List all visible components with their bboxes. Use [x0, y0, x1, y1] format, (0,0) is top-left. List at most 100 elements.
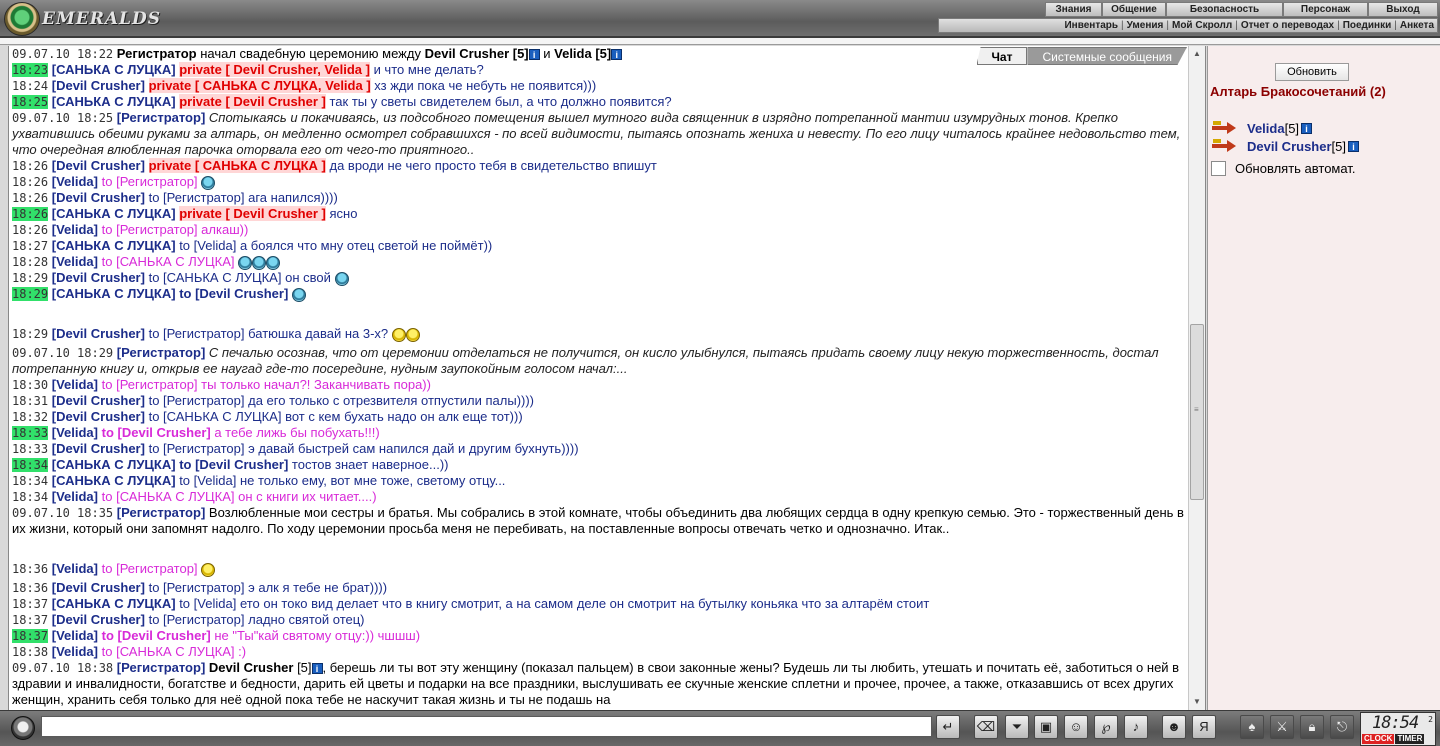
- save-icon[interactable]: ▣: [1034, 715, 1058, 739]
- scroll-up-icon[interactable]: ▲: [1189, 46, 1205, 62]
- message-author[interactable]: [Devil Crusher]: [52, 270, 145, 285]
- filter-icon[interactable]: ⏷: [1005, 715, 1029, 739]
- message-timestamp[interactable]: 18:25: [12, 95, 49, 109]
- message-input[interactable]: [41, 716, 932, 737]
- message-timestamp[interactable]: 18:26: [12, 175, 48, 189]
- message-author[interactable]: [Devil Crusher]: [52, 78, 145, 93]
- message-timestamp[interactable]: 18:29: [12, 271, 48, 285]
- message-author[interactable]: [Velida]: [52, 174, 98, 189]
- message-recipient[interactable]: [Регистратор]: [116, 222, 197, 237]
- message-author[interactable]: [Velida]: [52, 628, 98, 643]
- message-timestamp[interactable]: 09.07.10 18:38: [12, 661, 113, 675]
- lock-icon[interactable]: 🔒︎: [1300, 715, 1324, 739]
- message-recipient[interactable]: [Velida]: [194, 238, 237, 253]
- mentioned-user[interactable]: Velida [5]: [554, 46, 611, 61]
- mentioned-user[interactable]: Devil Crusher [5]: [425, 46, 529, 61]
- message-author[interactable]: [Регистратор]: [117, 345, 206, 360]
- message-author[interactable]: [САНЬКА С ЛУЦКА]: [52, 206, 176, 221]
- message-timestamp[interactable]: 18:36: [12, 562, 48, 576]
- private-log-icon[interactable]: ℘: [1094, 715, 1118, 739]
- message-author[interactable]: [Velida]: [52, 644, 98, 659]
- message-recipient[interactable]: [Регистратор]: [116, 174, 197, 189]
- chat-scrollbar[interactable]: ▲ ≡ ▼: [1188, 46, 1205, 710]
- message-timestamp[interactable]: 18:26: [12, 207, 49, 221]
- message-timestamp[interactable]: 18:32: [12, 410, 48, 424]
- attack-arrow-icon[interactable]: [1212, 139, 1238, 153]
- message-timestamp[interactable]: 18:23: [12, 63, 49, 77]
- info-icon[interactable]: i: [528, 49, 540, 61]
- person-icon[interactable]: ☺: [1064, 715, 1088, 739]
- message-timestamp[interactable]: 18:37: [12, 629, 49, 643]
- nav-my-scroll[interactable]: Мой Скролл: [1169, 19, 1235, 32]
- tab-system-messages[interactable]: Системные сообщения: [1027, 47, 1187, 65]
- message-author[interactable]: [САНЬКА С ЛУЦКА]: [52, 94, 176, 109]
- tab-chat[interactable]: Чат: [976, 47, 1028, 65]
- message-timestamp[interactable]: 09.07.10 18:35: [12, 506, 113, 520]
- translit-icon[interactable]: Я: [1192, 715, 1216, 739]
- info-icon[interactable]: i: [611, 49, 623, 61]
- message-recipient[interactable]: [ Devil Crusher, Velida ]: [225, 62, 370, 77]
- message-timestamp[interactable]: 18:38: [12, 645, 48, 659]
- nav-security[interactable]: Безопасность: [1166, 2, 1283, 17]
- message-author[interactable]: [Devil Crusher]: [52, 158, 145, 173]
- message-recipient[interactable]: [САНЬКА С ЛУЦКА]: [116, 489, 234, 504]
- nav-profile[interactable]: Анкета: [1397, 19, 1437, 32]
- scroll-down-icon[interactable]: ▼: [1189, 694, 1205, 710]
- message-timestamp[interactable]: 18:34: [12, 474, 48, 488]
- auto-refresh-checkbox[interactable]: [1211, 161, 1226, 176]
- message-author[interactable]: [Velida]: [52, 222, 98, 237]
- message-recipient[interactable]: [Регистратор]: [163, 190, 244, 205]
- message-author[interactable]: [Devil Crusher]: [52, 393, 145, 408]
- message-recipient[interactable]: [САНЬКА С ЛУЦКА]: [163, 270, 281, 285]
- bag-icon[interactable]: ♠: [1240, 715, 1264, 739]
- timer-button[interactable]: TIMER: [1395, 734, 1425, 744]
- message-recipient[interactable]: [ Devil Crusher ]: [225, 94, 325, 109]
- message-author[interactable]: [Velida]: [52, 425, 98, 440]
- nav-duels[interactable]: Поединки: [1340, 19, 1395, 32]
- nav-transfers-report[interactable]: Отчет о переводах: [1238, 19, 1337, 32]
- message-timestamp[interactable]: 18:37: [12, 613, 48, 627]
- refresh-button[interactable]: Обновить: [1275, 63, 1349, 81]
- message-author[interactable]: [САНЬКА С ЛУЦКА]: [52, 286, 176, 301]
- message-author[interactable]: [Devil Crusher]: [52, 612, 145, 627]
- message-timestamp[interactable]: 18:24: [12, 79, 48, 93]
- nav-character[interactable]: Персонаж: [1283, 2, 1368, 17]
- message-recipient[interactable]: [Devil Crusher]: [195, 457, 288, 472]
- message-author[interactable]: [САНЬКА С ЛУЦКА]: [52, 457, 176, 472]
- message-timestamp[interactable]: 18:29: [12, 287, 49, 301]
- message-recipient[interactable]: [Velida]: [194, 596, 237, 611]
- scroll-thumb[interactable]: ≡: [1190, 324, 1204, 500]
- message-timestamp[interactable]: 18:31: [12, 394, 48, 408]
- message-recipient[interactable]: [Регистратор]: [163, 580, 244, 595]
- nav-inventory[interactable]: Инвентарь: [1061, 19, 1121, 32]
- user-list-item[interactable]: Velida [5] i: [1212, 120, 1313, 136]
- message-author[interactable]: [Devil Crusher]: [52, 580, 145, 595]
- message-timestamp[interactable]: 18:30: [12, 378, 48, 392]
- message-timestamp[interactable]: 18:26: [12, 191, 48, 205]
- message-timestamp[interactable]: 18:27: [12, 239, 48, 253]
- message-recipient[interactable]: [ САНЬКА С ЛУЦКА, Velida ]: [195, 78, 371, 93]
- fight-icon[interactable]: ⚔: [1270, 715, 1294, 739]
- user-name[interactable]: Velida: [1247, 121, 1285, 136]
- message-author[interactable]: [Devil Crusher]: [52, 409, 145, 424]
- message-author[interactable]: [Регистратор]: [117, 110, 206, 125]
- message-timestamp[interactable]: 18:33: [12, 426, 49, 440]
- message-timestamp[interactable]: 18:26: [12, 223, 48, 237]
- user-name[interactable]: Devil Crusher: [1247, 139, 1332, 154]
- message-timestamp[interactable]: 18:37: [12, 597, 48, 611]
- message-recipient[interactable]: [Регистратор]: [116, 377, 197, 392]
- message-recipient[interactable]: [Регистратор]: [163, 326, 244, 341]
- message-author[interactable]: [Velida]: [52, 489, 98, 504]
- info-icon[interactable]: i: [1348, 140, 1360, 152]
- message-recipient[interactable]: [САНЬКА С ЛУЦКА]: [116, 644, 234, 659]
- mentioned-user[interactable]: Devil Crusher: [209, 660, 294, 675]
- message-timestamp[interactable]: 18:33: [12, 442, 48, 456]
- attack-arrow-icon[interactable]: [1212, 121, 1238, 135]
- message-timestamp[interactable]: 18:26: [12, 159, 48, 173]
- message-author[interactable]: [Velida]: [52, 254, 98, 269]
- message-author[interactable]: [Devil Crusher]: [52, 441, 145, 456]
- clock-button[interactable]: CLOCK: [1362, 734, 1395, 744]
- info-icon[interactable]: i: [1301, 122, 1313, 134]
- message-timestamp[interactable]: 18:36: [12, 581, 48, 595]
- message-timestamp[interactable]: 18:34: [12, 458, 49, 472]
